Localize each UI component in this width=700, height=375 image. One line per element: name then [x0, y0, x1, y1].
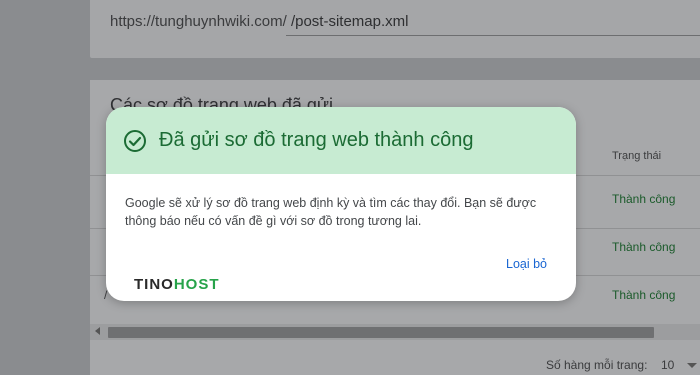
- rows-per-page-label: Số hàng mỗi trang:: [546, 358, 648, 372]
- dialog-message: Google sẽ xử lý sơ đồ trang web định kỳ …: [125, 196, 537, 228]
- logo-tino-text: TINO: [134, 276, 174, 293]
- dialog-title: Đã gửi sơ đồ trang web thành công: [159, 129, 474, 151]
- row-status: Thành công: [612, 192, 676, 206]
- success-dialog: Đã gửi sơ đồ trang web thành công Google…: [106, 107, 576, 301]
- row-status: Thành công: [612, 288, 676, 302]
- scroll-left-arrow-icon[interactable]: [95, 327, 100, 335]
- sitemap-url-input[interactable]: /post-sitemap.xml: [291, 13, 409, 30]
- check-circle-icon: [124, 130, 146, 152]
- rows-per-page-select[interactable]: 10: [661, 358, 674, 372]
- logo-host-text: HOST: [173, 276, 220, 293]
- row-status: Thành công: [612, 240, 676, 254]
- dismiss-button[interactable]: Loại bỏ: [506, 257, 547, 271]
- scrollbar-thumb[interactable]: [108, 327, 654, 338]
- sitemap-input-underline: [286, 35, 700, 36]
- sitemap-url-line: https://tunghuynhwiki.com/ /post-sitemap…: [110, 13, 408, 30]
- watermark-logo: TINOHOST: [134, 276, 220, 293]
- status-column-header[interactable]: Trạng thái: [612, 150, 661, 162]
- sitemap-url-prefix: https://tunghuynhwiki.com/: [110, 13, 287, 30]
- dialog-header: Đã gửi sơ đồ trang web thành công: [106, 107, 576, 174]
- dropdown-arrow-icon[interactable]: [687, 363, 697, 368]
